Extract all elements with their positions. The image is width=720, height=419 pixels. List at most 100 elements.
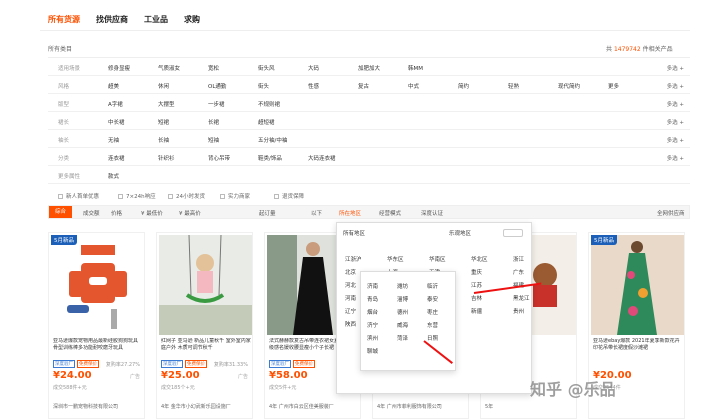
price-max-input[interactable]: ¥ 最高价 — [179, 209, 201, 217]
multi-select-button[interactable]: 多选 + — [667, 118, 684, 126]
filter-option[interactable]: 不规则裙 — [258, 100, 280, 108]
shop-name[interactable]: 5年 — [485, 403, 575, 410]
tab-purchase[interactable]: 求购 — [184, 14, 200, 30]
filter-option[interactable]: 性感 — [308, 82, 319, 90]
tab-industrial[interactable]: 工业品 — [144, 14, 168, 30]
filter-option[interactable]: 中式 — [408, 82, 419, 90]
service-checkbox[interactable]: 24小时发货 — [168, 192, 205, 200]
product-image[interactable]: 5月新品 — [51, 235, 144, 335]
toggle-switch[interactable] — [503, 229, 523, 237]
filter-option[interactable]: 更多 — [608, 82, 619, 90]
city-option[interactable]: 聊城 — [367, 347, 378, 355]
filter-option[interactable]: 超短裙 — [258, 118, 275, 126]
multi-select-button[interactable]: 多选 + — [667, 100, 684, 108]
shop-name[interactable]: 4年 金华市小幻武新乐园设施厂 — [161, 403, 251, 410]
filter-option[interactable]: 款式 — [108, 172, 119, 180]
region-option[interactable]: 河北 — [345, 281, 356, 289]
checkbox-icon[interactable] — [118, 194, 123, 199]
filter-option[interactable]: 无袖 — [108, 136, 119, 144]
region-option[interactable]: 江苏 — [471, 281, 482, 289]
city-option[interactable]: 烟台 — [367, 308, 378, 316]
filter-option[interactable]: 简约 — [458, 82, 469, 90]
region-option[interactable]: 辽宁 — [345, 307, 356, 315]
region-option[interactable]: 广东 — [513, 268, 524, 276]
shop-name[interactable]: 4年 广州市白云区佳美服装厂 — [269, 403, 359, 410]
tab-suppliers[interactable]: 找供应商 — [96, 14, 128, 30]
checkbox-icon[interactable] — [220, 194, 225, 199]
price-min-input[interactable]: ¥ 最低价 — [141, 209, 163, 217]
filter-option[interactable]: 一步裙 — [208, 100, 225, 108]
city-option[interactable]: 青岛 — [367, 295, 378, 303]
filter-option[interactable]: 短袖 — [208, 136, 219, 144]
filter-option[interactable]: 复古 — [358, 82, 369, 90]
checkbox-icon[interactable] — [58, 194, 63, 199]
filter-option[interactable]: 中长裙 — [108, 118, 125, 126]
city-option[interactable]: 菏泽 — [397, 334, 408, 342]
filter-option[interactable]: 五分袖/中袖 — [258, 136, 287, 144]
product-title[interactable]: 红网子 亚马逊 新品儿童秋千 室外室内家庭户外 木质可调节秋千 — [161, 338, 251, 352]
product-title[interactable]: 亚马逊ebay爆款 2021年夏季新款花卉印花吊带长裙度假沙滩裙 — [593, 338, 683, 352]
business-mode-dropdown[interactable]: 经营模式 — [379, 209, 401, 217]
city-option[interactable]: 济南 — [367, 282, 378, 290]
multi-select-button[interactable]: 多选 + — [667, 136, 684, 144]
filter-option[interactable]: 大码连衣裙 — [308, 154, 336, 162]
multi-select-button[interactable]: 多选 + — [667, 64, 684, 72]
filter-option[interactable]: 修身显瘦 — [108, 64, 130, 72]
sort-price[interactable]: 价格 — [111, 209, 122, 217]
filter-option[interactable]: 短裙 — [158, 118, 169, 126]
shop-name[interactable]: 深圳市一鹏宠物科技有限公司 — [53, 403, 143, 410]
city-option[interactable]: 泰安 — [427, 295, 438, 303]
filter-option[interactable]: 街头 — [258, 82, 269, 90]
region-option[interactable]: 华东区 — [387, 255, 404, 263]
region-option[interactable]: 新疆 — [471, 307, 482, 315]
filter-option[interactable]: 背心吊带 — [208, 154, 230, 162]
checkbox-icon[interactable] — [274, 194, 279, 199]
filter-option[interactable]: OL通勤 — [208, 82, 226, 90]
city-option[interactable]: 日照 — [427, 334, 438, 342]
region-option[interactable]: 陕西 — [345, 320, 356, 328]
filter-option[interactable]: 连衣裙 — [108, 154, 125, 162]
product-image[interactable]: 5月新品 — [591, 235, 684, 335]
certification-dropdown[interactable]: 深度认证 — [421, 209, 443, 217]
filter-option[interactable]: 街头风 — [258, 64, 275, 72]
filter-option[interactable]: 加肥加大 — [358, 64, 380, 72]
filter-option[interactable]: 休闲 — [158, 82, 169, 90]
city-option[interactable]: 淄博 — [397, 295, 408, 303]
filter-option[interactable]: 超美 — [108, 82, 119, 90]
service-checkbox[interactable]: 7×24h响应 — [118, 192, 156, 200]
filter-option[interactable]: 大码 — [308, 64, 319, 72]
filter-option[interactable]: 鞋类/饰品 — [258, 154, 282, 162]
multi-select-button[interactable]: 多选 + — [667, 82, 684, 90]
service-checkbox[interactable]: 新人首单优惠 — [58, 192, 99, 200]
shop-name[interactable]: 4年 广州市菲利服饰有限公司 — [377, 403, 467, 410]
sort-comprehensive[interactable]: 综合 — [49, 206, 73, 218]
product-card[interactable]: 5月新品 亚马逊爆款宠物用品最新硅胶狗狗玩具 骨型训练棒多功能耐咬磨牙玩具 复购率2… — [48, 232, 145, 419]
checkbox-icon[interactable] — [168, 194, 173, 199]
filter-option[interactable]: 轻熟 — [508, 82, 519, 90]
city-option[interactable]: 东营 — [427, 321, 438, 329]
filter-option[interactable]: 现代简约 — [558, 82, 580, 90]
min-order-input[interactable]: 起订量 — [259, 209, 276, 217]
region-option[interactable]: 河南 — [345, 294, 356, 302]
city-option[interactable]: 滨州 — [367, 334, 378, 342]
city-option[interactable]: 德州 — [397, 308, 408, 316]
region-option[interactable]: 华北区 — [471, 255, 488, 263]
city-option[interactable]: 枣庄 — [427, 308, 438, 316]
filter-option[interactable]: 大摆型 — [158, 100, 175, 108]
all-suppliers-link[interactable]: 全网供应商 — [657, 209, 685, 217]
region-option[interactable]: 华南区 — [429, 255, 446, 263]
filter-option[interactable]: 宽松 — [208, 64, 219, 72]
service-checkbox[interactable]: 实力商家 — [220, 192, 250, 200]
min-order-unit[interactable]: 以下 — [311, 209, 322, 217]
product-card[interactable]: 红网子 亚马逊 新品儿童秋千 室外室内家庭户外 木质可调节秋千 复购率31.33%… — [156, 232, 253, 419]
region-option[interactable]: 吉林 — [471, 294, 482, 302]
region-option[interactable]: 江浙沪 — [345, 255, 362, 263]
region-option[interactable]: 浙江 — [513, 255, 524, 263]
region-option[interactable]: 贵州 — [513, 307, 524, 315]
multi-select-button[interactable]: 多选 + — [667, 154, 684, 162]
service-checkbox[interactable]: 退货保障 — [274, 192, 304, 200]
tab-all-goods[interactable]: 所有货源 — [48, 14, 80, 30]
region-option[interactable]: 黑龙江 — [513, 294, 530, 302]
region-dropdown[interactable]: 所在地区 — [339, 209, 361, 217]
filter-option[interactable]: 韩MM — [408, 64, 423, 72]
